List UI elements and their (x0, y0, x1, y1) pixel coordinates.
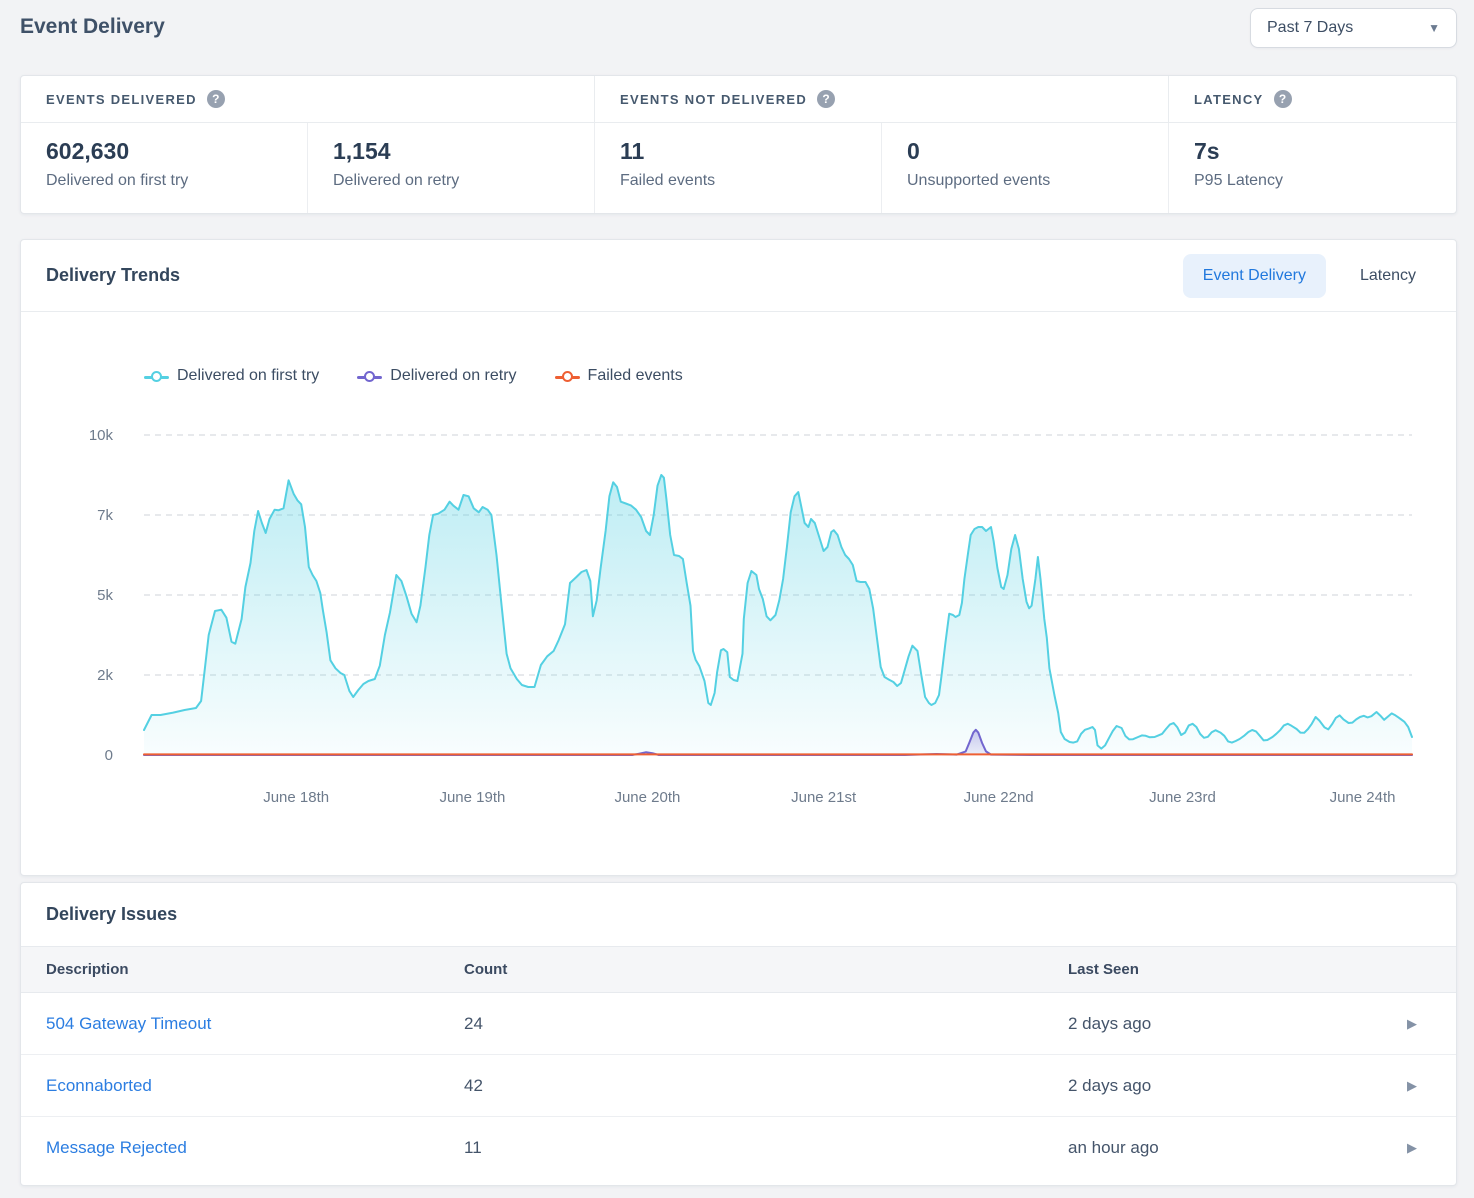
chevron-right-icon[interactable]: ▶ (1376, 1078, 1456, 1094)
stats-group-events-not-delivered: EVENTS NOT DELIVERED ? (595, 76, 1169, 122)
trends-header: Delivery Trends Event Delivery Latency (21, 240, 1456, 312)
stat-value: 602,630 (46, 138, 307, 165)
stats-group-latency: LATENCY ? (1169, 76, 1456, 122)
chart-legend: Delivered on first try Delivered on retr… (144, 367, 683, 385)
stat-label: Delivered on first try (46, 172, 307, 190)
legend-marker-icon (144, 371, 169, 382)
legend-item-failed[interactable]: Failed events (555, 367, 683, 385)
trends-title: Delivery Trends (46, 265, 180, 286)
issue-count: 24 (439, 1014, 1043, 1034)
chevron-right-icon[interactable]: ▶ (1376, 1140, 1456, 1156)
issue-link[interactable]: Message Rejected (46, 1138, 187, 1157)
issue-count: 42 (439, 1076, 1043, 1096)
issues-table: Description Count Last Seen 504 Gateway … (21, 946, 1456, 1179)
issue-last-seen: an hour ago (1043, 1138, 1376, 1158)
svg-text:10k: 10k (89, 427, 114, 444)
trends-tabs: Event Delivery Latency (1183, 254, 1436, 298)
time-range-value: Past 7 Days (1267, 19, 1353, 37)
event-delivery-page: Event Delivery Past 7 Days ▼ EVENTS DELI… (0, 0, 1474, 1198)
legend-marker-icon (555, 371, 580, 382)
stat-p95-latency: 7s P95 Latency (1169, 123, 1456, 213)
help-icon[interactable]: ? (1274, 90, 1292, 108)
help-icon[interactable]: ? (817, 90, 835, 108)
stat-label: P95 Latency (1194, 172, 1456, 190)
tab-latency[interactable]: Latency (1340, 254, 1436, 298)
stats-card: EVENTS DELIVERED ? EVENTS NOT DELIVERED … (20, 75, 1457, 214)
issue-link[interactable]: Econnaborted (46, 1076, 152, 1095)
svg-text:2k: 2k (97, 667, 113, 684)
legend-label: Failed events (588, 367, 683, 385)
svg-text:June 19th: June 19th (439, 789, 505, 806)
help-icon[interactable]: ? (207, 90, 225, 108)
page-title: Event Delivery (20, 15, 165, 39)
time-range-dropdown[interactable]: Past 7 Days ▼ (1250, 8, 1457, 48)
stat-delivered-first-try: 602,630 Delivered on first try (21, 123, 308, 213)
svg-text:0: 0 (105, 747, 113, 764)
tab-event-delivery[interactable]: Event Delivery (1183, 254, 1326, 298)
svg-text:5k: 5k (97, 587, 113, 604)
delivery-issues-card: Delivery Issues Description Count Last S… (20, 882, 1457, 1186)
legend-item-retry[interactable]: Delivered on retry (357, 367, 516, 385)
issues-table-header: Description Count Last Seen (21, 946, 1456, 993)
column-header-description: Description (21, 961, 439, 978)
stat-value: 0 (907, 138, 1168, 165)
legend-label: Delivered on retry (390, 367, 516, 385)
delivery-trends-card: Delivery Trends Event Delivery Latency 0… (20, 239, 1457, 876)
table-row[interactable]: Message Rejected 11 an hour ago ▶ (21, 1117, 1456, 1179)
stat-label: Unsupported events (907, 172, 1168, 190)
issue-last-seen: 2 days ago (1043, 1014, 1376, 1034)
legend-label: Delivered on first try (177, 367, 319, 385)
svg-text:June 23rd: June 23rd (1149, 789, 1216, 806)
stat-label: Failed events (620, 172, 881, 190)
delivery-trends-chart: 0 2k 5k 7k 10k June 18th June 19th June 20th Jun… (21, 312, 1458, 875)
issue-link[interactable]: 504 Gateway Timeout (46, 1014, 211, 1033)
table-row[interactable]: Econnaborted 42 2 days ago ▶ (21, 1055, 1456, 1117)
svg-text:June 18th: June 18th (263, 789, 329, 806)
stats-group-events-delivered: EVENTS DELIVERED ? (21, 76, 595, 122)
stat-failed-events: 11 Failed events (595, 123, 882, 213)
svg-text:June 22nd: June 22nd (964, 789, 1034, 806)
stat-delivered-retry: 1,154 Delivered on retry (308, 123, 595, 213)
issue-count: 11 (439, 1138, 1043, 1158)
chevron-down-icon: ▼ (1428, 21, 1440, 35)
stat-value: 1,154 (333, 138, 594, 165)
stats-body: 602,630 Delivered on first try 1,154 Del… (21, 123, 1456, 213)
chart-body: 0 2k 5k 7k 10k June 18th June 19th June 20th Jun… (21, 312, 1456, 875)
svg-text:June 20th: June 20th (614, 789, 680, 806)
svg-text:June 24th: June 24th (1330, 789, 1396, 806)
stat-value: 7s (1194, 138, 1456, 165)
table-row[interactable]: 504 Gateway Timeout 24 2 days ago ▶ (21, 993, 1456, 1055)
stats-group-label: EVENTS DELIVERED (46, 92, 197, 107)
legend-marker-icon (357, 371, 382, 382)
stat-label: Delivered on retry (333, 172, 594, 190)
stat-value: 11 (620, 138, 881, 165)
legend-item-first-try[interactable]: Delivered on first try (144, 367, 319, 385)
stat-unsupported-events: 0 Unsupported events (882, 123, 1169, 213)
stats-group-label: LATENCY (1194, 92, 1264, 107)
stats-header: EVENTS DELIVERED ? EVENTS NOT DELIVERED … (21, 76, 1456, 123)
svg-text:June 21st: June 21st (791, 789, 857, 806)
svg-text:7k: 7k (97, 507, 113, 524)
chevron-right-icon[interactable]: ▶ (1376, 1016, 1456, 1032)
issues-title: Delivery Issues (21, 883, 1456, 946)
topbar: Event Delivery Past 7 Days ▼ (0, 0, 1474, 75)
column-header-last-seen: Last Seen (1043, 961, 1376, 978)
stats-group-label: EVENTS NOT DELIVERED (620, 92, 807, 107)
column-header-count: Count (439, 961, 1043, 978)
issue-last-seen: 2 days ago (1043, 1076, 1376, 1096)
